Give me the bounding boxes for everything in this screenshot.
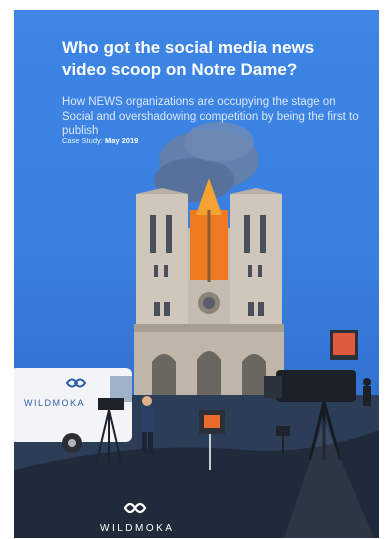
footer-brand-text: WILDMOKA xyxy=(100,523,175,534)
report-cover: Who got the social media news video scoo… xyxy=(14,10,379,538)
case-study-date: May 2019 xyxy=(104,136,139,145)
photographer-figure xyxy=(363,378,371,406)
news-van xyxy=(14,368,132,453)
cathedral xyxy=(134,178,284,396)
footer-logo: WILDMOKA xyxy=(100,500,175,534)
van-brand-text: WILDMOKA xyxy=(24,398,86,408)
notre-dame-scene-illustration xyxy=(14,122,379,538)
case-study-label: Case Study: xyxy=(62,136,103,145)
cover-title: Who got the social media news video scoo… xyxy=(62,38,315,79)
case-study-line: Case Study: May 2019 xyxy=(62,136,138,145)
cover-subtitle: How NEWS organizations are occupying the… xyxy=(62,96,359,137)
wildmoka-logo-icon xyxy=(123,502,147,514)
